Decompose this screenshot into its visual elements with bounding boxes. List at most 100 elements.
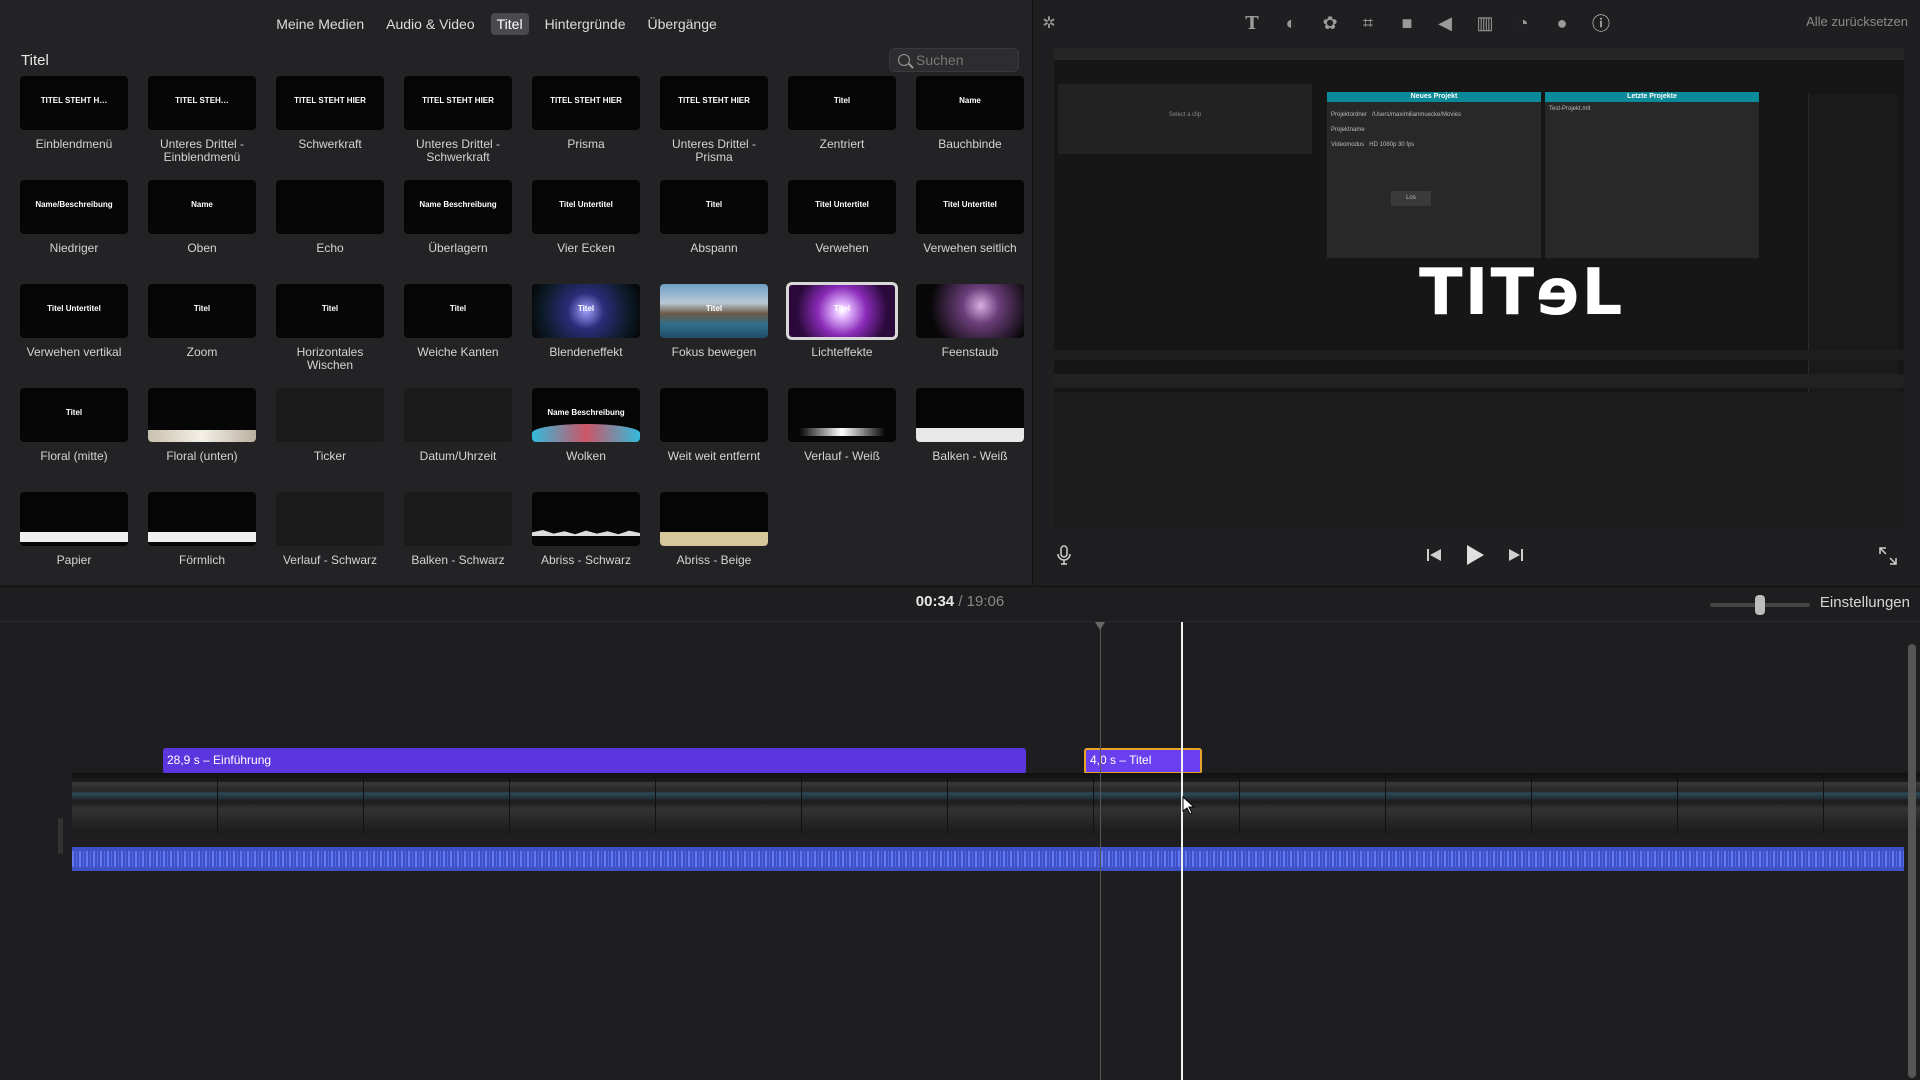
title-tile[interactable]: Abriss - Schwarz <box>532 492 640 590</box>
title-tile[interactable]: Feenstaub <box>916 284 1024 382</box>
title-thumbnail[interactable]: Titel <box>532 284 640 338</box>
title-tile[interactable]: Titel Fokus bewegen <box>660 284 768 382</box>
title-clip-titel[interactable]: 4,0 s – Titel <box>1084 748 1202 774</box>
title-thumbnail[interactable]: TITEL STEHT H… <box>20 76 128 130</box>
title-tile[interactable]: Titel Floral (mitte) <box>20 388 128 486</box>
title-tile[interactable]: TITEL STEHT HIER Prisma <box>532 76 640 174</box>
title-tile[interactable]: Name Beschreibung Überlagern <box>404 180 512 278</box>
title-tile[interactable]: Titel Zoom <box>148 284 256 382</box>
camera-icon[interactable]: ■ <box>1396 12 1418 34</box>
title-tile[interactable]: Verlauf - Weiß <box>788 388 896 486</box>
title-tile[interactable]: TITEL STEHT HIER Schwerkraft <box>276 76 384 174</box>
search-field[interactable] <box>889 48 1019 72</box>
timeline-scrollbar[interactable] <box>1908 644 1916 1078</box>
title-thumbnail[interactable]: Name Beschreibung <box>404 180 512 234</box>
title-thumbnail[interactable] <box>276 180 384 234</box>
search-input[interactable] <box>916 52 1011 68</box>
title-thumbnail[interactable] <box>20 492 128 546</box>
title-tile[interactable]: Echo <box>276 180 384 278</box>
title-thumbnail[interactable]: Name <box>916 76 1024 130</box>
volume-icon[interactable]: ◀ <box>1434 12 1456 34</box>
title-thumbnail[interactable]: Name/Beschreibung <box>20 180 128 234</box>
tab-hintergruende[interactable]: Hintergründe <box>539 13 632 35</box>
color-balance-icon[interactable]: ◐ <box>1280 12 1302 34</box>
timeline-zoom-slider[interactable] <box>1710 595 1810 615</box>
title-tile[interactable]: Titel Blendeneffekt <box>532 284 640 382</box>
title-thumbnail[interactable]: TITEL STEHT HIER <box>404 76 512 130</box>
title-thumbnail[interactable] <box>916 388 1024 442</box>
title-tile[interactable]: Titel Lichteffekte <box>786 282 898 382</box>
text-icon[interactable]: T <box>1241 12 1263 34</box>
title-thumbnail[interactable]: Titel <box>786 282 898 340</box>
title-thumbnail[interactable]: Titel Untertitel <box>532 180 640 234</box>
title-tile[interactable]: Balken - Weiß <box>916 388 1024 486</box>
title-tile[interactable]: Name Bauchbinde <box>916 76 1024 174</box>
title-clip-einfuehrung[interactable]: 28,9 s – Einführung <box>163 748 1026 774</box>
title-tile[interactable]: Titel Zentriert <box>788 76 896 174</box>
filter-icon[interactable]: ● <box>1551 12 1573 34</box>
title-tile[interactable]: TITEL STEHT HIER Unteres Drittel - Schwer… <box>404 76 512 174</box>
title-tile[interactable]: TITEL STEH… Unteres Drittel - Einblendmen… <box>148 76 256 174</box>
title-thumbnail[interactable]: Name Beschreibung <box>532 388 640 442</box>
title-tile[interactable]: Weit weit entfernt <box>660 388 768 486</box>
skip-back-icon[interactable] <box>1424 545 1444 565</box>
crop-icon[interactable]: ⌗ <box>1357 12 1379 34</box>
title-thumbnail[interactable] <box>660 492 768 546</box>
title-tile[interactable]: Balken - Schwarz <box>404 492 512 590</box>
title-tile[interactable]: Titel Untertitel Vier Ecken <box>532 180 640 278</box>
title-thumbnail[interactable]: Titel Untertitel <box>916 180 1024 234</box>
microphone-icon[interactable] <box>1054 544 1074 566</box>
title-thumbnail[interactable]: TITEL STEHT HIER <box>660 76 768 130</box>
title-tile[interactable]: Name Oben <box>148 180 256 278</box>
track-area[interactable]: 28,9 s – Einführung 4,0 s – Titel <box>0 621 1920 1080</box>
title-tile[interactable]: Titel Horizontales Wischen <box>276 284 384 382</box>
title-tile[interactable]: Verlauf - Schwarz <box>276 492 384 590</box>
title-thumbnail[interactable]: Titel <box>276 284 384 338</box>
title-thumbnail[interactable] <box>532 492 640 546</box>
title-tile[interactable]: TITEL STEHT H… Einblendmenü <box>20 76 128 174</box>
title-thumbnail[interactable]: Titel <box>788 76 896 130</box>
title-thumbnail[interactable]: Titel <box>148 284 256 338</box>
title-tile[interactable]: Papier <box>20 492 128 590</box>
title-thumbnail[interactable] <box>404 492 512 546</box>
magic-wand-icon[interactable]: ✲ <box>1038 12 1060 34</box>
title-tile[interactable]: Floral (unten) <box>148 388 256 486</box>
title-thumbnail[interactable] <box>788 388 896 442</box>
settings-button[interactable]: Einstellungen <box>1820 594 1910 611</box>
title-tile[interactable]: Name Beschreibung Wolken <box>532 388 640 486</box>
title-tile[interactable]: Titel Untertitel Verwehen seitlich <box>916 180 1024 278</box>
reset-all-button[interactable]: Alle zurücksetzen <box>1806 14 1908 29</box>
preview-canvas[interactable]: Select a clip Neues Projekt Projektordne… <box>1054 48 1904 528</box>
title-thumbnail[interactable]: Titel <box>20 388 128 442</box>
title-thumbnail[interactable]: TITEL STEHT HIER <box>276 76 384 130</box>
title-tile[interactable]: TITEL STEHT HIER Unteres Drittel - Prisma <box>660 76 768 174</box>
title-thumbnail[interactable]: Titel Untertitel <box>20 284 128 338</box>
title-tile[interactable]: Titel Untertitel Verwehen vertikal <box>20 284 128 382</box>
title-tile[interactable]: Name/Beschreibung Niedriger <box>20 180 128 278</box>
title-thumbnail[interactable] <box>276 388 384 442</box>
title-thumbnail[interactable] <box>916 284 1024 338</box>
playhead[interactable] <box>1181 622 1183 1080</box>
tab-uebergaenge[interactable]: Übergänge <box>642 13 723 35</box>
title-thumbnail[interactable] <box>660 388 768 442</box>
title-tile[interactable]: Titel Weiche Kanten <box>404 284 512 382</box>
video-track[interactable] <box>72 773 1920 833</box>
title-tile[interactable]: Abriss - Beige <box>660 492 768 590</box>
title-thumbnail[interactable]: Name <box>148 180 256 234</box>
title-tile[interactable]: Titel Abspann <box>660 180 768 278</box>
color-palette-icon[interactable]: ✿ <box>1319 12 1341 34</box>
tab-meine-medien[interactable]: Meine Medien <box>270 13 370 35</box>
audio-waveform-track[interactable] <box>72 847 1904 871</box>
title-thumbnail[interactable]: Titel <box>660 180 768 234</box>
title-tile[interactable]: Förmlich <box>148 492 256 590</box>
tab-titel[interactable]: Titel <box>490 13 529 35</box>
info-icon[interactable]: ⓘ <box>1590 12 1612 34</box>
title-thumbnail[interactable]: TITEL STEHT HIER <box>532 76 640 130</box>
equalizer-icon[interactable]: ▥ <box>1474 12 1496 34</box>
title-thumbnail[interactable] <box>148 388 256 442</box>
track-left-handle[interactable] <box>58 818 63 854</box>
title-thumbnail[interactable] <box>276 492 384 546</box>
title-thumbnail[interactable]: Titel Untertitel <box>788 180 896 234</box>
speed-icon[interactable]: ◔ <box>1512 12 1534 34</box>
title-thumbnail[interactable] <box>148 492 256 546</box>
